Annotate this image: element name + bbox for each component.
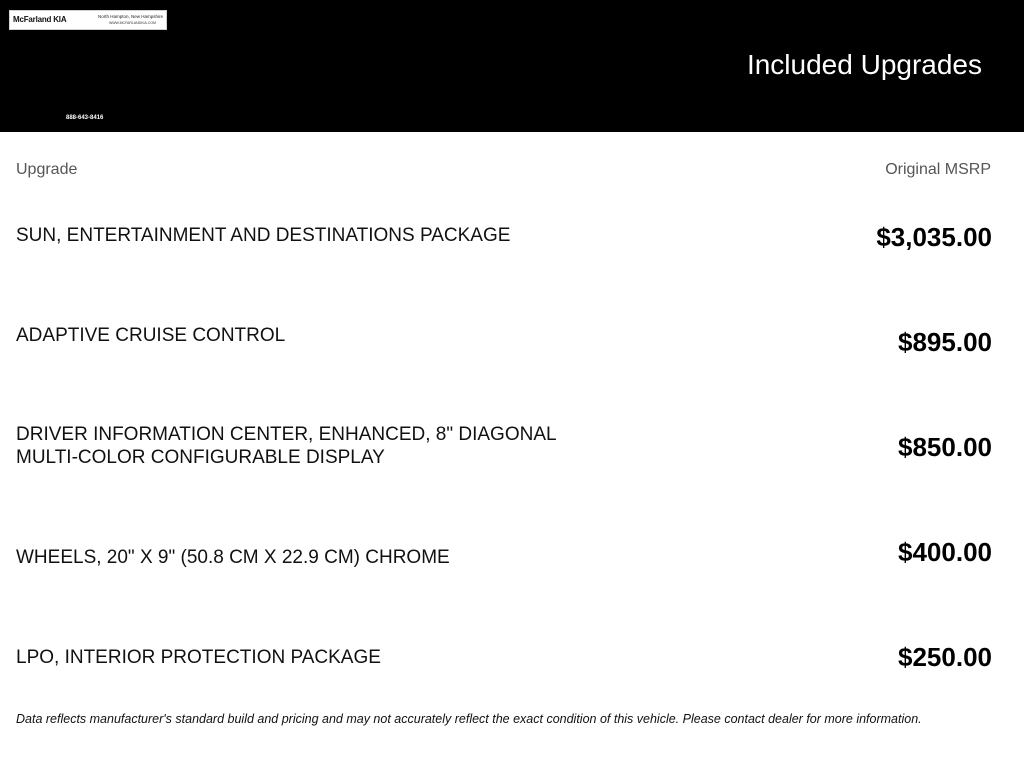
- dealer-logo: McFarland KIA North Hampton, New Hampshi…: [9, 10, 167, 30]
- upgrade-price: $850.00: [898, 432, 992, 462]
- column-header-msrp: Original MSRP: [885, 161, 991, 178]
- logo-dealer-name: McFarland KIA: [13, 15, 67, 24]
- column-header-upgrade: Upgrade: [16, 161, 78, 178]
- page-title: Included Upgrades: [746, 49, 982, 80]
- table-row: ADAPTIVE CRUISE CONTROL $895.00: [0, 318, 1024, 423]
- disclaimer-text: Data reflects manufacturer's standard bu…: [16, 712, 922, 726]
- logo-location: North Hampton, New Hampshire: [97, 14, 163, 19]
- upgrade-name: WHEELS, 20" X 9" (50.8 CM X 22.9 CM) CHR…: [16, 547, 450, 568]
- upgrade-name: SUN, ENTERTAINMENT AND DESTINATIONS PACK…: [16, 225, 511, 246]
- upgrade-price: $400.00: [898, 537, 992, 567]
- table-row: WHEELS, 20" X 9" (50.8 CM X 22.9 CM) CHR…: [0, 528, 1024, 633]
- upgrade-price: $3,035.00: [876, 222, 992, 252]
- upgrade-price: $895.00: [898, 327, 992, 357]
- upgrade-name: ADAPTIVE CRUISE CONTROL: [16, 325, 286, 346]
- dealer-phone: 888-643-8416: [66, 115, 104, 121]
- table-row: DRIVER INFORMATION CENTER, ENHANCED, 8" …: [0, 423, 1024, 528]
- upgrade-price: $250.00: [898, 642, 992, 672]
- logo-website: WWW.MCFARLANDKIA.COM: [108, 21, 156, 25]
- upgrade-name: LPO, INTERIOR PROTECTION PACKAGE: [16, 647, 381, 668]
- table-row: SUN, ENTERTAINMENT AND DESTINATIONS PACK…: [0, 213, 1024, 318]
- upgrade-name: DRIVER INFORMATION CENTER, ENHANCED, 8" …: [16, 424, 556, 468]
- header-banner: McFarland KIA North Hampton, New Hampshi…: [0, 0, 1024, 132]
